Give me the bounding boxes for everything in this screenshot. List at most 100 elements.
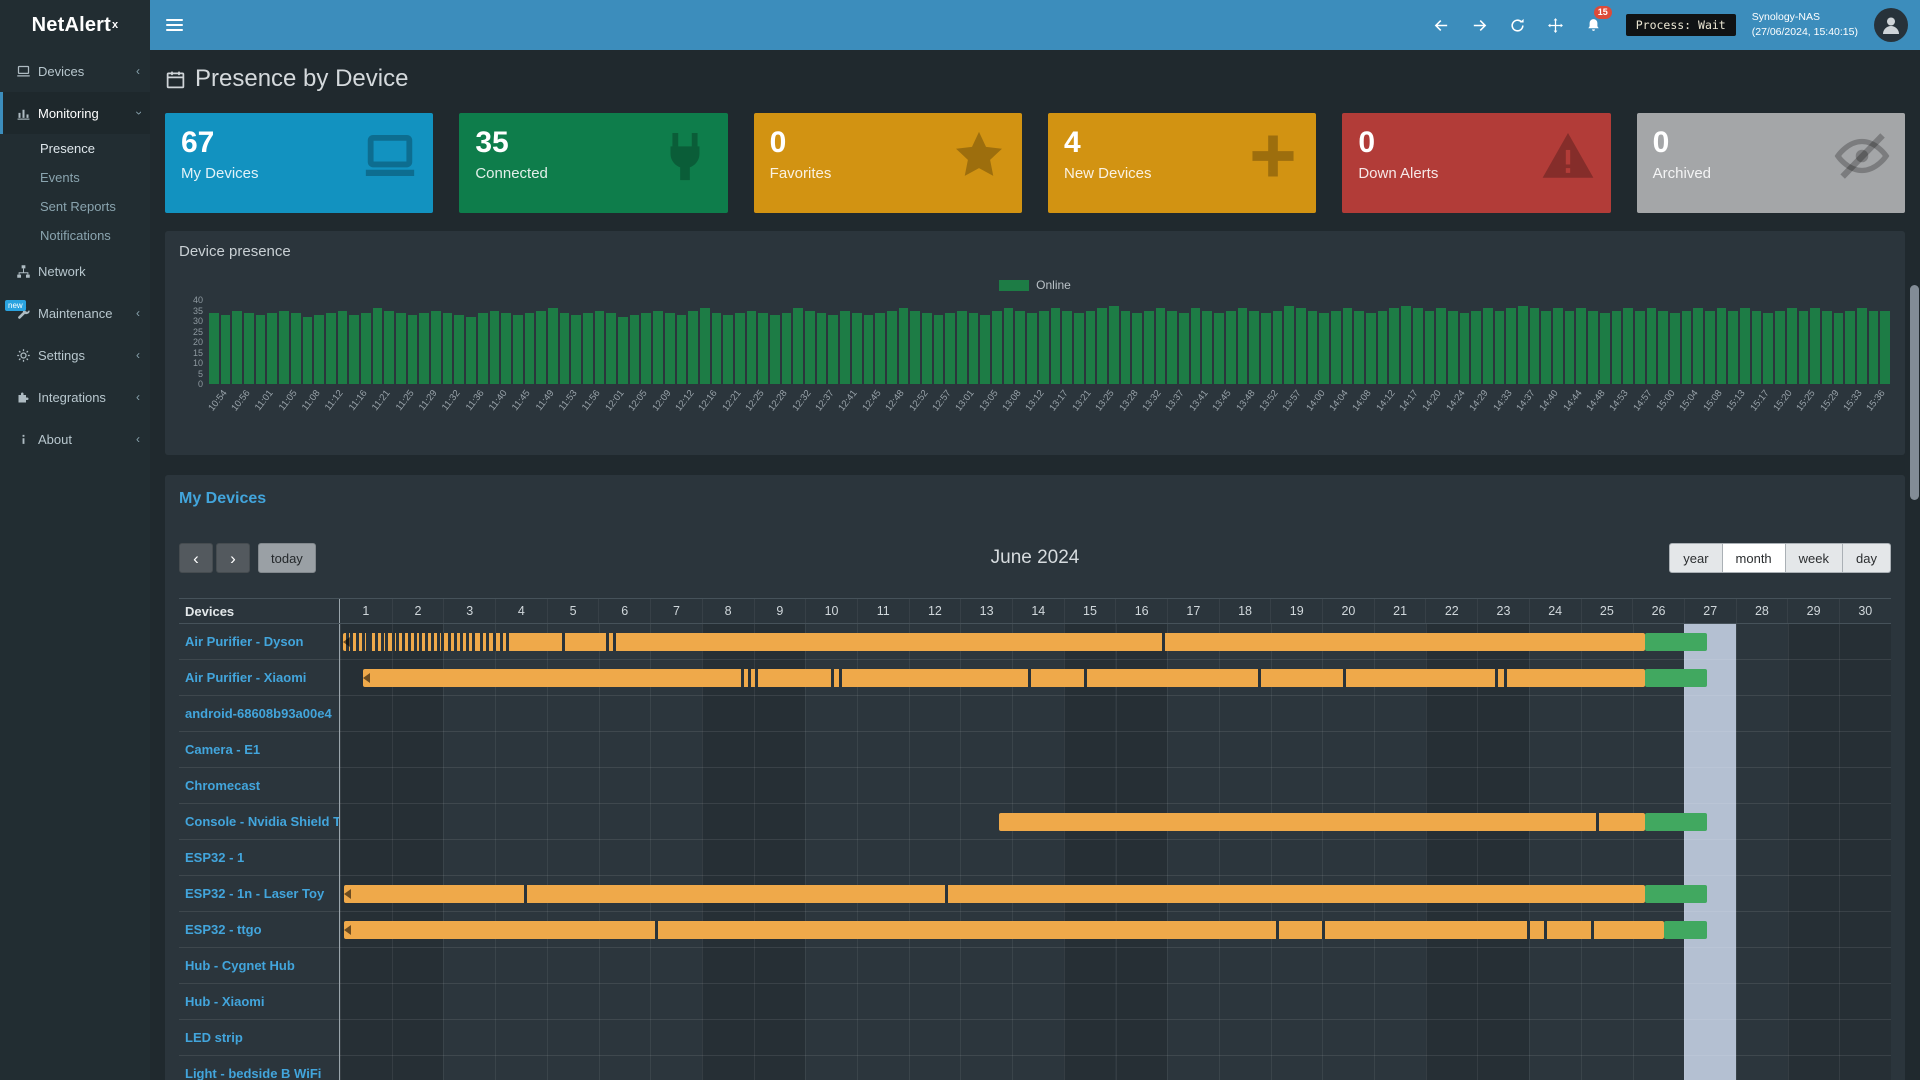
x-tick-label: 13:12 (1024, 388, 1047, 414)
presence-bar-online[interactable] (343, 633, 1646, 651)
device-name-link[interactable]: Console - Nvidia Shield T (179, 804, 339, 840)
offline-gap (454, 633, 457, 651)
chart-bar (700, 308, 710, 384)
sidebar-item-monitoring[interactable]: Monitoring ‹ (0, 92, 150, 134)
sidebar-toggle-button[interactable] (166, 0, 196, 50)
device-name-link[interactable]: Hub - Xiaomi (179, 984, 339, 1020)
tile-connected[interactable]: 35 Connected (459, 113, 727, 213)
offline-gap (414, 633, 417, 651)
sidebar-item-notifications[interactable]: Notifications (0, 221, 150, 250)
topbar-actions: 15 Process: Wait Synology-NAS (27/06/202… (1426, 0, 1908, 50)
device-name-link[interactable]: ESP32 - 1n - Laser Toy (179, 876, 339, 912)
avatar[interactable] (1874, 8, 1908, 42)
presence-bar-online[interactable] (344, 921, 1663, 939)
day-header: 2 (392, 599, 444, 623)
x-tick-label: 11:01 (253, 388, 276, 413)
presence-bar-recent[interactable] (1645, 813, 1707, 831)
sidebar-item-label: Settings (38, 348, 85, 363)
sidebar-item-sent-reports[interactable]: Sent Reports (0, 192, 150, 221)
chart-bar (1553, 308, 1563, 384)
chart-bar (1658, 311, 1668, 385)
refresh-button[interactable] (1502, 0, 1534, 50)
chart-bar (1062, 311, 1072, 385)
chart-bar (618, 317, 628, 384)
presence-bar-online[interactable] (363, 669, 1645, 687)
offline-gap (945, 885, 948, 903)
device-name-link[interactable]: Air Purifier - Dyson (179, 624, 339, 660)
offline-gap (613, 633, 616, 651)
chart-bar (525, 313, 535, 384)
device-name-link[interactable]: android-68608b93a00e4 (179, 696, 339, 732)
sidebar-item-maintenance[interactable]: new Maintenance ‹ (0, 292, 150, 334)
device-name-link[interactable]: Hub - Cygnet Hub (179, 948, 339, 984)
x-tick-label: 12:28 (767, 388, 790, 414)
view-day-button[interactable]: day (1843, 543, 1891, 573)
x-tick-label: 14:20 (1421, 388, 1444, 414)
arrow-right-icon (1471, 17, 1488, 34)
device-name-link[interactable]: Air Purifier - Xiaomi (179, 660, 339, 696)
device-name-link[interactable]: Camera - E1 (179, 732, 339, 768)
sidebar-item-label: Maintenance (38, 306, 112, 321)
chart-bar (454, 315, 464, 384)
main-content: Presence by Device 67 My Devices 35 Conn… (150, 50, 1920, 1080)
view-week-button[interactable]: week (1786, 543, 1843, 573)
sidebar-item-integrations[interactable]: Integrations ‹ (0, 376, 150, 418)
device-name-link[interactable]: ESP32 - 1 (179, 840, 339, 876)
chart-bar (314, 315, 324, 384)
x-tick-label: 12:32 (790, 388, 813, 414)
sidebar-item-label: About (38, 432, 72, 447)
device-name-link[interactable]: LED strip (179, 1020, 339, 1056)
sidebar-item-about[interactable]: About ‹ (0, 418, 150, 460)
device-name-link[interactable]: ESP32 - ttgo (179, 912, 339, 948)
sidebar-item-network[interactable]: Network (0, 250, 150, 292)
presence-bar-recent[interactable] (1645, 669, 1707, 687)
notifications-button[interactable]: 15 (1578, 0, 1610, 50)
calendar-icon (165, 69, 186, 90)
nav-back-button[interactable] (1426, 0, 1458, 50)
presence-bar-online[interactable] (999, 813, 1645, 831)
sidebar-item-settings[interactable]: Settings ‹ (0, 334, 150, 376)
chart-plot (209, 300, 1891, 384)
calendar-today-button[interactable]: today (258, 543, 316, 573)
calendar-next-button[interactable]: › (216, 543, 250, 573)
bell-icon (1585, 17, 1602, 34)
offline-gap (419, 633, 422, 651)
day-header: 20 (1322, 599, 1374, 623)
presence-bar-recent[interactable] (1664, 921, 1708, 939)
user-icon (1879, 13, 1903, 37)
sidebar-item-devices[interactable]: Devices ‹ (0, 50, 150, 92)
presence-bar-recent[interactable] (1645, 885, 1707, 903)
presence-bar-recent[interactable] (1645, 633, 1707, 651)
sidebar-item-label: Devices (38, 64, 84, 79)
device-name-link[interactable]: Chromecast (179, 768, 339, 804)
chart-bar (1436, 308, 1446, 384)
y-tick-label: 20 (193, 337, 203, 347)
device-name-link[interactable]: Light - bedside B WiFi (179, 1056, 339, 1080)
view-month-button[interactable]: month (1723, 543, 1786, 573)
move-pan-button[interactable] (1540, 0, 1572, 50)
tile-down-alerts[interactable]: 0 Down Alerts (1342, 113, 1610, 213)
day-header: 27 (1684, 599, 1736, 623)
app-logo[interactable]: NetAlertx (0, 0, 150, 50)
chart-bar (1214, 313, 1224, 384)
tile-favorites[interactable]: 0 Favorites (754, 113, 1022, 213)
view-year-button[interactable]: year (1669, 543, 1722, 573)
chart-bar (1097, 308, 1107, 384)
chart-bar (279, 311, 289, 385)
tile-new-devices[interactable]: 4 New Devices (1048, 113, 1316, 213)
x-tick-label: 12:45 (860, 388, 883, 414)
chart-bar (303, 317, 313, 384)
nav-forward-button[interactable] (1464, 0, 1496, 50)
chart-bar (945, 313, 955, 384)
scrollbar[interactable] (1910, 285, 1919, 500)
chart-bar (852, 313, 862, 384)
chart-bar (1728, 311, 1738, 385)
info-icon (16, 432, 38, 447)
tile-my-devices[interactable]: 67 My Devices (165, 113, 433, 213)
tile-archived[interactable]: 0 Archived (1637, 113, 1905, 213)
offline-gap (448, 633, 451, 651)
calendar-prev-button[interactable]: ‹ (179, 543, 213, 573)
presence-bar-online[interactable] (344, 885, 1645, 903)
sidebar-item-presence[interactable]: Presence (0, 134, 150, 163)
sidebar-item-events[interactable]: Events (0, 163, 150, 192)
